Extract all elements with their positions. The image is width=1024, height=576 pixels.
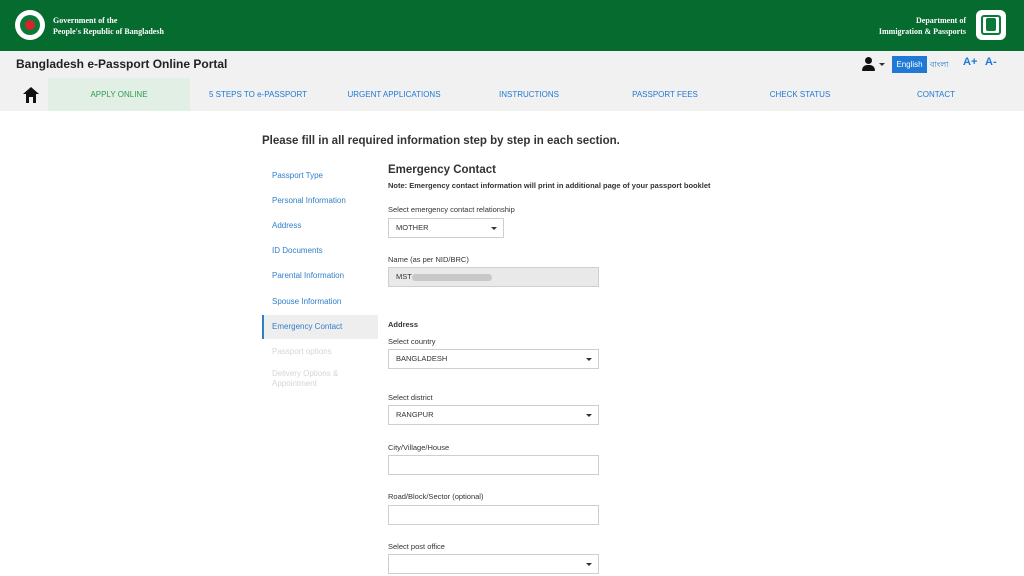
- sidebar-item-address[interactable]: Address: [262, 221, 378, 231]
- nav-apply-online[interactable]: APPLY ONLINE: [48, 78, 190, 111]
- home-icon[interactable]: [23, 87, 39, 103]
- department-title: Department of Immigration & Passports: [879, 15, 966, 37]
- address-heading: Address: [388, 320, 419, 329]
- city-label: City/Village/House: [388, 443, 450, 452]
- nav-passport-fees[interactable]: PASSPORT FEES: [610, 78, 720, 111]
- district-value: RANGPUR: [396, 410, 434, 419]
- chevron-down-icon[interactable]: [879, 63, 885, 66]
- form-title: Emergency Contact: [388, 164, 497, 176]
- nav-contact[interactable]: CONTACT: [895, 78, 977, 111]
- nav-5-steps[interactable]: 5 STEPS TO e-PASSPORT: [196, 78, 320, 111]
- country-label: Select country: [388, 337, 436, 346]
- district-label: Select district: [388, 393, 433, 402]
- post-office-label: Select post office: [388, 542, 445, 551]
- department-title-line1: Department of: [916, 16, 966, 25]
- nav-urgent-applications[interactable]: URGENT APPLICATIONS: [330, 78, 458, 111]
- name-label: Name (as per NID/BRC): [388, 255, 469, 264]
- chevron-down-icon: [586, 414, 592, 417]
- city-field[interactable]: [388, 455, 599, 475]
- relationship-value: MOTHER: [396, 223, 429, 232]
- government-title-line1: Government of the: [53, 16, 118, 25]
- sidebar-item-parental-information[interactable]: Parental Information: [262, 271, 378, 281]
- name-value: MST: [396, 272, 412, 281]
- sidebar-item-emergency-contact[interactable]: Emergency Contact: [262, 315, 378, 339]
- language-bangla-button[interactable]: বাংলা: [930, 56, 949, 73]
- sidebar-item-delivery-appointment: Delivery Options & Appointment: [272, 369, 339, 388]
- road-label: Road/Block/Sector (optional): [388, 492, 484, 501]
- chevron-down-icon: [586, 358, 592, 361]
- relationship-label: Select emergency contact relationship: [388, 205, 515, 214]
- sidebar-item-passport-options: Passport options: [272, 347, 332, 356]
- portal-bar: Bangladesh e-Passport Online Portal Engl…: [0, 51, 1024, 78]
- country-value: BANGLADESH: [396, 354, 448, 363]
- government-title: Government of the People's Republic of B…: [53, 15, 164, 37]
- nav-instructions[interactable]: INSTRUCTIONS: [474, 78, 584, 111]
- dip-logo-icon: [976, 10, 1006, 40]
- government-header: Government of the People's Republic of B…: [0, 0, 1024, 51]
- government-title-line2: People's Republic of Bangladesh: [53, 27, 164, 36]
- bangladesh-seal-icon: [15, 10, 45, 40]
- sidebar-item-personal-information[interactable]: Personal Information: [262, 196, 378, 206]
- language-english-button[interactable]: English: [892, 56, 927, 73]
- chevron-down-icon: [586, 563, 592, 566]
- relationship-select[interactable]: MOTHER: [388, 218, 504, 238]
- font-decrease-button[interactable]: A-: [985, 56, 997, 68]
- sidebar-item-spouse-information[interactable]: Spouse Information: [262, 297, 378, 307]
- page-heading: Please fill in all required information …: [262, 135, 620, 147]
- portal-title: Bangladesh e-Passport Online Portal: [16, 57, 228, 71]
- user-icon[interactable]: [861, 57, 877, 71]
- form-note: Note: Emergency contact information will…: [388, 181, 711, 190]
- nav-check-status[interactable]: CHECK STATUS: [745, 78, 855, 111]
- font-increase-button[interactable]: A+: [963, 56, 977, 68]
- sidebar-item-passport-type[interactable]: Passport Type: [262, 171, 378, 181]
- country-select[interactable]: BANGLADESH: [388, 349, 599, 369]
- district-select[interactable]: RANGPUR: [388, 405, 599, 425]
- redacted-blur: [412, 274, 492, 281]
- chevron-down-icon: [491, 227, 497, 230]
- main-nav: APPLY ONLINE 5 STEPS TO e-PASSPORT URGEN…: [0, 78, 1024, 111]
- sidebar-item-id-documents[interactable]: ID Documents: [262, 246, 378, 256]
- department-title-line2: Immigration & Passports: [878, 27, 966, 36]
- name-field: MST: [388, 267, 599, 287]
- post-office-select[interactable]: [388, 554, 599, 574]
- road-field[interactable]: [388, 505, 599, 525]
